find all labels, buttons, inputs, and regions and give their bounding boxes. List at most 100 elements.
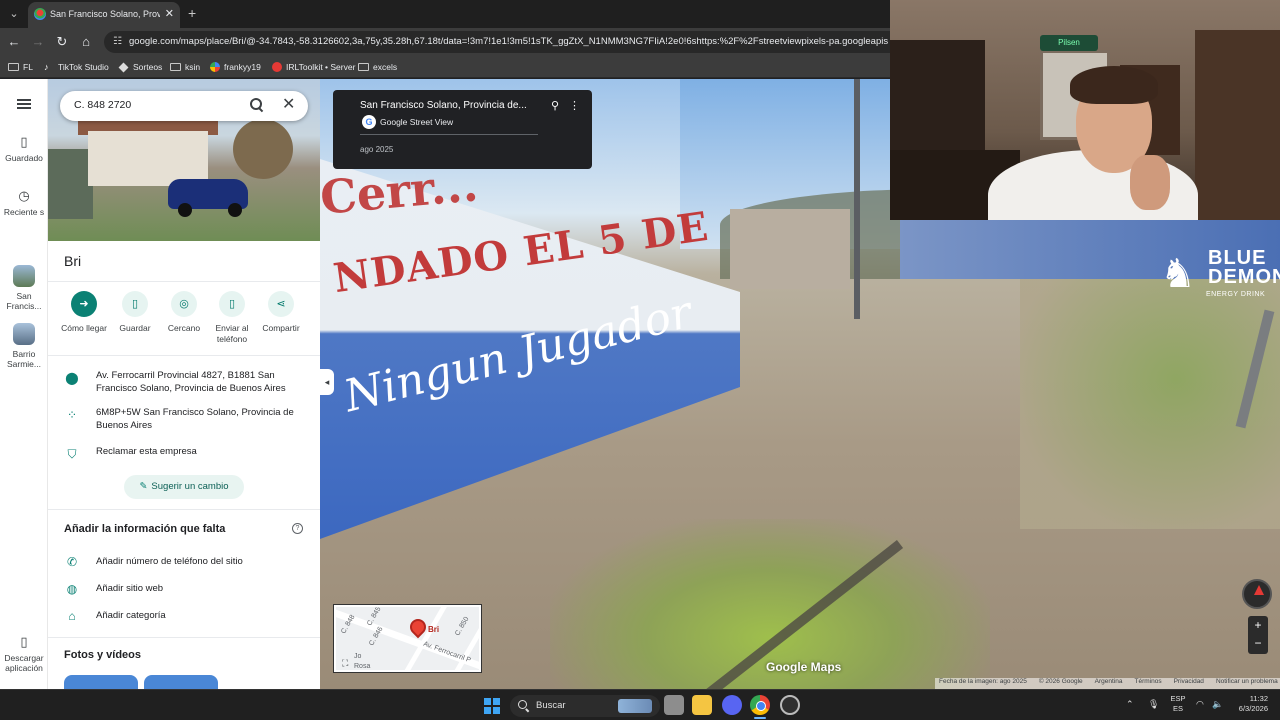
folder-icon [170, 63, 181, 71]
category-icon: ⌂ [68, 609, 76, 623]
send-to-phone-button[interactable]: ▯ Enviar al teléfono [206, 291, 258, 345]
share-button[interactable]: ⋖ Compartir [255, 291, 307, 334]
divider [48, 355, 320, 356]
back-arrow-icon[interactable]: ← [6, 34, 22, 50]
rail-download-app[interactable]: ▯ Descargar aplicación [0, 634, 48, 674]
minimap[interactable]: C. 845 C. 846 C. 848 C. 850 Av. Ferrocar… [334, 605, 481, 672]
add-category-row[interactable]: ⌂ Añadir categoría [48, 607, 320, 627]
bookmark-frankyy19[interactable]: frankyy19 [210, 60, 261, 74]
windows-start-icon[interactable] [484, 698, 500, 714]
language-indicator[interactable]: ESP ES [1168, 694, 1188, 714]
minimap-place-label: Bri [428, 625, 440, 634]
help-icon[interactable]: ? [292, 523, 303, 534]
bookmark-fl[interactable]: FL [8, 60, 33, 74]
blue-demon-overlay-logo: ♞ BLUE DEMON ENERGY DRINK [1156, 244, 1280, 304]
tab-search-chevron-icon[interactable]: ⌄ [6, 6, 22, 22]
neon-sign: Pilsen [1040, 35, 1098, 51]
home-icon[interactable]: ⌂ [78, 34, 94, 50]
divider [48, 281, 320, 282]
compass-icon[interactable] [1242, 579, 1272, 609]
obs-icon[interactable] [780, 695, 800, 715]
add-website-row[interactable]: ◍ Añadir sitio web [48, 580, 320, 600]
phone-download-icon: ▯ [20, 634, 28, 649]
share-icon: ⋖ [268, 291, 294, 317]
street-view-source: Google Street View [380, 117, 454, 127]
missing-info-title: Añadir la información que falta [64, 523, 226, 535]
bookmark-sorteos[interactable]: Sorteos [118, 60, 162, 74]
folder-icon [358, 63, 369, 71]
close-icon[interactable]: ✕ [282, 96, 295, 114]
browser-tab-active[interactable]: San Francisco Solano, Provincia de ✕ [28, 2, 180, 28]
expand-icon[interactable]: ⛶ [342, 658, 348, 669]
search-icon [518, 700, 529, 711]
windows-taskbar: Buscar ⌃ 🎙 ESP ES ◠ 🔈 11:32 6/3/2026 [0, 689, 1280, 720]
add-phone-row[interactable]: ✆ Añadir número de teléfono del sitio [48, 553, 320, 573]
pencil-icon: ✎ [139, 481, 148, 492]
bookmark-tiktok-studio[interactable]: ♪ TikTok Studio [44, 60, 109, 74]
irltoolkit-icon [272, 62, 282, 72]
microphone-icon[interactable]: 🎙 [1148, 699, 1159, 710]
chrome-icon[interactable] [750, 695, 770, 715]
more-vert-icon[interactable]: ⋮ [569, 99, 580, 112]
bookmark-irltoolkit[interactable]: IRLToolkit • Server [272, 60, 355, 74]
search-highlight-image [618, 699, 652, 713]
plus-code-text: 6M8P+5W San Francisco Solano, Provincia … [96, 407, 294, 431]
tiktok-icon: ♪ [44, 62, 49, 72]
tab-title: San Francisco Solano, Provincia de [50, 9, 160, 19]
bookmark-icon: ▯ [122, 291, 148, 317]
phone-icon: ✆ [66, 555, 78, 569]
image-date[interactable]: ago 2025 [360, 145, 393, 154]
photo-tile[interactable] [64, 675, 138, 689]
place-thumbnail [13, 265, 35, 287]
divider [48, 637, 320, 638]
photo-tile[interactable] [144, 675, 218, 689]
volume-icon[interactable]: 🔈 [1212, 699, 1223, 710]
place-panel: ✕ Bri ➜ Cómo llegar ▯ Guardar ◎ Cercano … [48, 79, 320, 689]
address-row[interactable]: ⬤ Av. Ferrocarril Provincial 4827, B1881… [48, 369, 320, 399]
bookmark-ksin[interactable]: ksin [170, 60, 200, 74]
reload-icon[interactable]: ↻ [54, 34, 70, 50]
menu-hamburger-icon[interactable] [17, 99, 31, 109]
street-view-title[interactable]: San Francisco Solano, Provincia de... [360, 100, 530, 111]
place-thumbnail [13, 323, 35, 345]
search-input[interactable] [74, 99, 234, 111]
wifi-icon[interactable]: ◠ [1196, 699, 1204, 710]
plus-code-row[interactable]: ⁘ 6M8P+5W San Francisco Solano, Provinci… [48, 406, 320, 436]
globe-icon: ◍ [66, 582, 78, 596]
suggest-edit-button[interactable]: ✎ Sugerir un cambio [124, 475, 244, 499]
location-pin-icon: ⬤ [65, 371, 79, 385]
rail-recent-place-1[interactable]: San Francis... [0, 265, 48, 311]
address-text: Av. Ferrocarril Provincial 4827, B1881 S… [96, 370, 286, 394]
shield-check-icon: ⛉ [67, 447, 77, 461]
rail-saved[interactable]: ▯ Guardado [0, 135, 48, 164]
claim-business-row[interactable]: ⛉ Reclamar esta empresa [48, 445, 320, 475]
clock[interactable]: 11:32 6/3/2026 [1228, 694, 1268, 714]
search-icon[interactable] [250, 98, 264, 112]
map-footer: Fecha de la imagen: ago 2025 © 2026 Googl… [935, 678, 1280, 689]
directions-button[interactable]: ➜ Cómo llegar [58, 291, 110, 334]
site-settings-icon[interactable]: ☷ [113, 36, 125, 48]
zoom-in-button[interactable]: + [1248, 616, 1268, 634]
location-pin-icon[interactable]: ⚲ [551, 99, 559, 112]
zoom-controls: + − [1248, 616, 1268, 654]
collapse-panel-chevron-icon[interactable]: ◂ [320, 369, 334, 395]
taskbar-search[interactable]: Buscar [510, 695, 660, 717]
discord-icon[interactable] [722, 695, 742, 715]
nearby-button[interactable]: ◎ Cercano [158, 291, 210, 334]
rail-recent[interactable]: ◷ Reciente s [0, 188, 48, 218]
address-bar-url[interactable]: google.com/maps/place/Bri/@-34.7843,-58.… [129, 36, 889, 47]
webcam-overlay: Pilsen [890, 0, 1280, 220]
save-button[interactable]: ▯ Guardar [109, 291, 161, 334]
plus-code-icon: ⁘ [66, 408, 78, 422]
zoom-out-button[interactable]: − [1248, 634, 1268, 652]
devil-icon: ♞ [1160, 252, 1196, 296]
history-icon: ◷ [18, 188, 30, 203]
file-explorer-icon[interactable] [692, 695, 712, 715]
new-tab-plus-icon[interactable]: + [188, 5, 196, 21]
tray-overflow-chevron-icon[interactable]: ⌃ [1126, 699, 1134, 710]
forward-arrow-icon[interactable]: → [30, 34, 46, 50]
rail-recent-place-2[interactable]: Barrio Sarmie... [0, 323, 48, 369]
task-view-icon[interactable] [664, 695, 684, 715]
tab-close-icon[interactable]: ✕ [165, 7, 174, 20]
bookmark-excels[interactable]: excels [358, 60, 397, 74]
